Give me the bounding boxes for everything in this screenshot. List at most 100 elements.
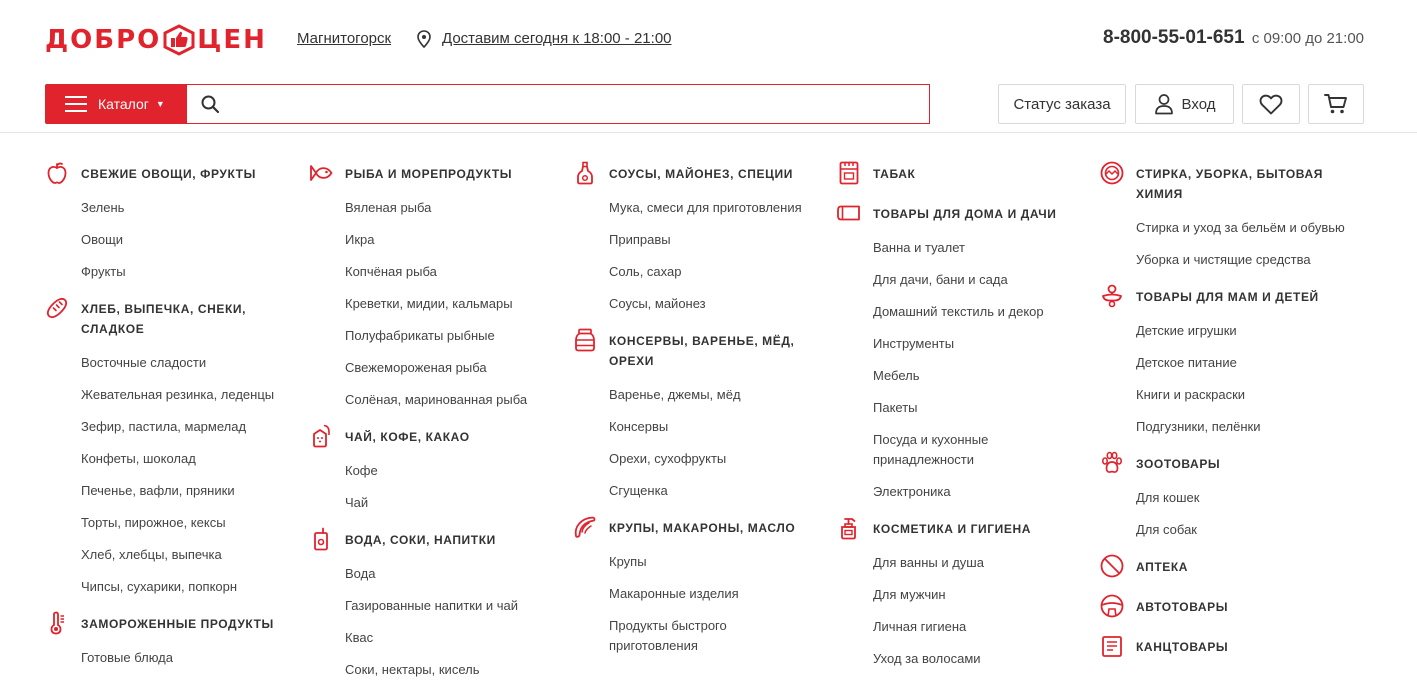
subcategory-item[interactable]: Пакеты: [873, 398, 1082, 418]
category-title[interactable]: Зоотовары: [1136, 454, 1350, 474]
subcategory-item[interactable]: Вяленая рыба: [345, 198, 554, 218]
subcategory-item[interactable]: Икра: [345, 230, 554, 250]
baguette-icon: [46, 297, 68, 319]
category-title[interactable]: Чай, кофе, какао: [345, 427, 554, 447]
subcategory-list: Детские игрушки Детское питание Книги и …: [1136, 321, 1350, 437]
subcategory-item[interactable]: Мука, смеси для приготовления: [609, 198, 818, 218]
cart-button[interactable]: [1308, 84, 1364, 124]
category-title[interactable]: Крупы, макароны, масло: [609, 518, 818, 538]
category-title[interactable]: Табак: [873, 164, 1082, 184]
category-sauces-spices: Соусы, майонез, специи Мука, смеси для п…: [573, 161, 818, 314]
subcategory-item[interactable]: Электроника: [873, 482, 1082, 502]
login-button[interactable]: Вход: [1135, 84, 1234, 124]
subcategory-item[interactable]: Вода: [345, 564, 554, 584]
apple-icon: [47, 162, 67, 184]
order-status-button[interactable]: Статус заказа: [998, 84, 1126, 124]
catalog-menu: Свежие овощи, фрукты Зелень Овощи Фрукты…: [0, 134, 1417, 693]
subcategory-item[interactable]: Макаронные изделия: [609, 584, 818, 604]
category-fish-seafood: Рыба и морепродукты Вяленая рыба Икра Ко…: [309, 164, 554, 410]
subcategory-item[interactable]: Детское питание: [1136, 353, 1350, 373]
search-input[interactable]: [220, 85, 929, 123]
favorites-button[interactable]: [1242, 84, 1300, 124]
search-icon[interactable]: [200, 94, 220, 114]
category-title[interactable]: Автотовары: [1136, 597, 1350, 617]
catalog-button[interactable]: Каталог ▼: [45, 84, 187, 124]
subcategory-item[interactable]: Личная гигиена: [873, 617, 1082, 637]
cart-icon: [1324, 94, 1347, 114]
subcategory-item[interactable]: Зелень: [81, 198, 290, 218]
category-title[interactable]: Соусы, майонез, специи: [609, 164, 818, 184]
subcategory-item[interactable]: Крупы: [609, 552, 818, 572]
category-title[interactable]: Товары для мам и детей: [1136, 287, 1350, 307]
subcategory-item[interactable]: Для кошек: [1136, 488, 1350, 508]
subcategory-item[interactable]: Мебель: [873, 366, 1082, 386]
subcategory-item[interactable]: Жевательная резинка, леденцы: [81, 385, 290, 405]
category-title[interactable]: Консервы, варенье, мёд, орехи: [609, 331, 818, 371]
subcategory-item[interactable]: Готовые блюда: [81, 648, 290, 668]
subcategory-item[interactable]: Домашний текстиль и декор: [873, 302, 1082, 322]
category-title[interactable]: Свежие овощи, фрукты: [81, 164, 290, 184]
subcategory-item[interactable]: Сгущенка: [609, 481, 818, 501]
subcategory-item[interactable]: Фрукты: [81, 262, 290, 282]
subcategory-item[interactable]: Креветки, мидии, кальмары: [345, 294, 554, 314]
subcategory-item[interactable]: Солёная, маринованная рыба: [345, 390, 554, 410]
logo[interactable]: ДОБРО ЦЕН: [45, 24, 267, 56]
category-title[interactable]: Хлеб, выпечка, снеки, сладкое: [81, 299, 290, 339]
subcategory-item[interactable]: Уход за волосами: [873, 649, 1082, 669]
subcategory-item[interactable]: Книги и раскраски: [1136, 385, 1350, 405]
subcategory-item[interactable]: Соки, нектары, кисель: [345, 660, 554, 680]
subcategory-item[interactable]: Орехи, сухофрукты: [609, 449, 818, 469]
subcategory-item[interactable]: Квас: [345, 628, 554, 648]
subcategory-item[interactable]: Стирка и уход за бельём и обувью: [1136, 218, 1350, 238]
city-selector[interactable]: Магнитогорск: [297, 30, 391, 47]
subcategory-item[interactable]: Продукты быстрого приготовления: [609, 616, 818, 656]
category-title[interactable]: Рыба и морепродукты: [345, 164, 554, 184]
subcategory-item[interactable]: Подгузники, пелёнки: [1136, 417, 1350, 437]
paw-icon: [1101, 451, 1122, 473]
category-title[interactable]: Товары для дома и дачи: [873, 204, 1082, 224]
subcategory-item[interactable]: Детские игрушки: [1136, 321, 1350, 341]
subcategory-item[interactable]: Для собак: [1136, 520, 1350, 540]
subcategory-item[interactable]: Для ванны и душа: [873, 553, 1082, 573]
delivery-time-link[interactable]: Доставим сегодня к 18:00 - 21:00: [442, 30, 672, 47]
subcategory-item[interactable]: Варенье, джемы, мёд: [609, 385, 818, 405]
subcategory-item[interactable]: Печенье, вафли, пряники: [81, 481, 290, 501]
subcategory-item[interactable]: Уборка и чистящие средства: [1136, 250, 1350, 270]
subcategory-item[interactable]: Копчёная рыба: [345, 262, 554, 282]
subcategory-item[interactable]: Восточные сладости: [81, 353, 290, 373]
thumbs-up-logo-icon: [163, 24, 195, 56]
subcategory-item[interactable]: Кофе: [345, 461, 554, 481]
subcategory-item[interactable]: Соль, сахар: [609, 262, 818, 282]
subcategory-item[interactable]: Посуда и кухонные принадлежности: [873, 430, 1082, 470]
category-title[interactable]: Косметика и гигиена: [873, 519, 1082, 539]
sauce-bottle-icon: [577, 161, 593, 185]
subcategory-item[interactable]: Для мужчин: [873, 585, 1082, 605]
fish-icon: [310, 165, 333, 181]
category-title[interactable]: Канцтовары: [1136, 637, 1350, 657]
subcategory-item[interactable]: Полуфабрикаты рыбные: [345, 326, 554, 346]
category-title[interactable]: Стирка, уборка, бытовая химия: [1136, 164, 1350, 204]
subcategory-item[interactable]: Хлеб, хлебцы, выпечка: [81, 545, 290, 565]
subcategory-list: Вода Газированные напитки и чай Квас Сок…: [345, 564, 554, 680]
subcategory-item[interactable]: Соусы, майонез: [609, 294, 818, 314]
subcategory-item[interactable]: Чай: [345, 493, 554, 513]
subcategory-item[interactable]: Инструменты: [873, 334, 1082, 354]
subcategory-item[interactable]: Конфеты, шоколад: [81, 449, 290, 469]
category-title[interactable]: Аптека: [1136, 557, 1350, 577]
subcategory-item[interactable]: Свежемороженая рыба: [345, 358, 554, 378]
subcategory-item[interactable]: Чипсы, сухарики, попкорн: [81, 577, 290, 597]
subcategory-item[interactable]: Консервы: [609, 417, 818, 437]
category-title[interactable]: Вода, соки, напитки: [345, 530, 554, 550]
phone-number[interactable]: 8-800-55-01-651: [1103, 27, 1245, 48]
subcategory-list: Мука, смеси для приготовления Приправы С…: [609, 198, 818, 314]
menu-column-1: Свежие овощи, фрукты Зелень Овощи Фрукты…: [45, 162, 290, 685]
subcategory-item[interactable]: Зефир, пастила, мармелад: [81, 417, 290, 437]
subcategory-list: Готовые блюда: [81, 648, 290, 668]
subcategory-item[interactable]: Торты, пирожное, кексы: [81, 513, 290, 533]
subcategory-item[interactable]: Овощи: [81, 230, 290, 250]
subcategory-item[interactable]: Газированные напитки и чай: [345, 596, 554, 616]
subcategory-item[interactable]: Приправы: [609, 230, 818, 250]
subcategory-item[interactable]: Ванна и туалет: [873, 238, 1082, 258]
subcategory-item[interactable]: Для дачи, бани и сада: [873, 270, 1082, 290]
category-title[interactable]: Замороженные продукты: [81, 614, 290, 634]
